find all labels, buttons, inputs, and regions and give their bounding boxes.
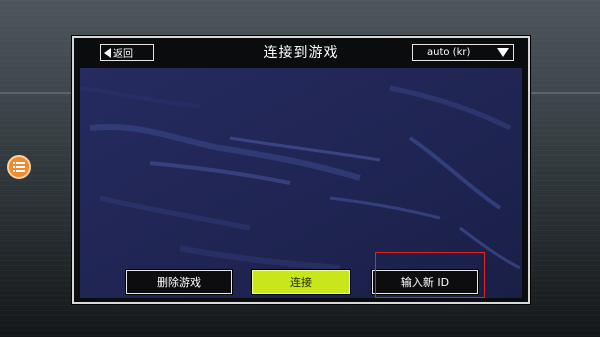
highlight-box: [375, 252, 485, 298]
connect-button[interactable]: 连接: [252, 270, 350, 294]
menu-list-icon: [13, 162, 25, 172]
floating-menu-button[interactable]: [7, 155, 31, 179]
region-select[interactable]: auto (kr): [412, 44, 514, 61]
dropdown-triangle-icon: [497, 48, 509, 57]
region-value: auto (kr): [427, 47, 471, 58]
connect-dialog: 返回 连接到游戏 auto (kr) 删除游戏 连接 输入新 ID: [72, 36, 530, 304]
delete-game-button[interactable]: 删除游戏: [126, 270, 232, 294]
dialog-header: 返回 连接到游戏 auto (kr): [74, 38, 528, 66]
